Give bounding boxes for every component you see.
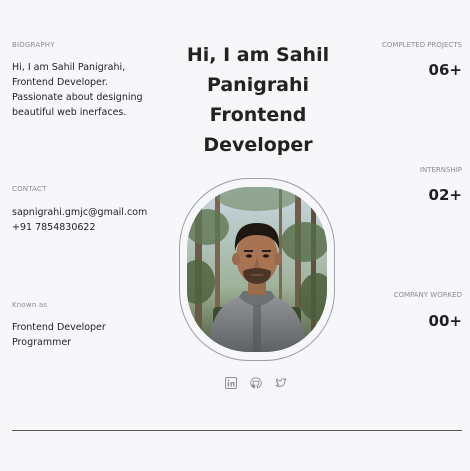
github-icon[interactable] <box>250 377 262 389</box>
linkedin-icon[interactable] <box>225 377 237 389</box>
stat-label-company-worked: COMPANY WORKED <box>393 291 462 299</box>
contact-email[interactable]: sapnigrahi.gmjc@gmail.com <box>12 205 147 220</box>
profile-photo <box>187 187 327 352</box>
social-links <box>225 377 287 389</box>
known-as-label: Known as <box>12 301 48 309</box>
contact-details: sapnigrahi.gmjc@gmail.com +91 7854830622 <box>12 205 147 235</box>
profile-photo-frame <box>179 178 335 361</box>
stat-label-internship: INTERNSHIP <box>419 166 462 174</box>
stat-value-internship: 02+ <box>428 186 462 204</box>
biography-line: Frontend Developer. <box>12 77 108 88</box>
biography-line: Passionate about designing <box>12 92 143 103</box>
contact-label: CONTACT <box>12 185 47 193</box>
hero-line: Panigrahi <box>206 74 310 96</box>
biography-text: Hi, I am Sahil Panigrahi, Frontend Devel… <box>12 60 143 120</box>
stat-value-company-worked: 00+ <box>428 312 462 330</box>
role-item: Frontend Developer <box>12 322 106 333</box>
twitter-icon[interactable] <box>275 377 287 389</box>
stat-value-completed-projects: 06+ <box>428 61 462 79</box>
footer-divider <box>12 430 462 431</box>
hero-line: Developer <box>203 134 313 156</box>
contact-phone[interactable]: +91 7854830622 <box>12 220 147 235</box>
portfolio-hero: BIOGRAPHY Hi, I am Sahil Panigrahi, Fron… <box>0 0 470 471</box>
biography-line: Hi, I am Sahil Panigrahi, <box>12 62 126 73</box>
biography-line: beautiful web inerfaces. <box>12 107 127 118</box>
biography-label: BIOGRAPHY <box>12 41 55 49</box>
known-as-roles: Frontend Developer Programmer <box>12 320 106 350</box>
stat-label-completed-projects: COMPLETED PROJECTS <box>382 41 462 49</box>
hero-line: Hi, I am Sahil <box>186 44 330 66</box>
hero-title: Hi, I am Sahil Panigrahi Frontend Develo… <box>178 40 338 160</box>
hero-line: Frontend <box>209 104 307 126</box>
role-item: Programmer <box>12 337 72 348</box>
